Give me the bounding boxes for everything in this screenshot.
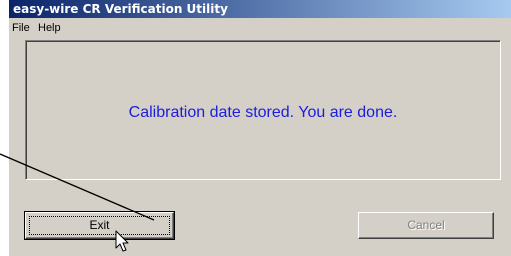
mouse-pointer-icon bbox=[115, 230, 129, 252]
overlay-layer bbox=[0, 153, 155, 252]
annotation-arrow bbox=[0, 153, 155, 221]
